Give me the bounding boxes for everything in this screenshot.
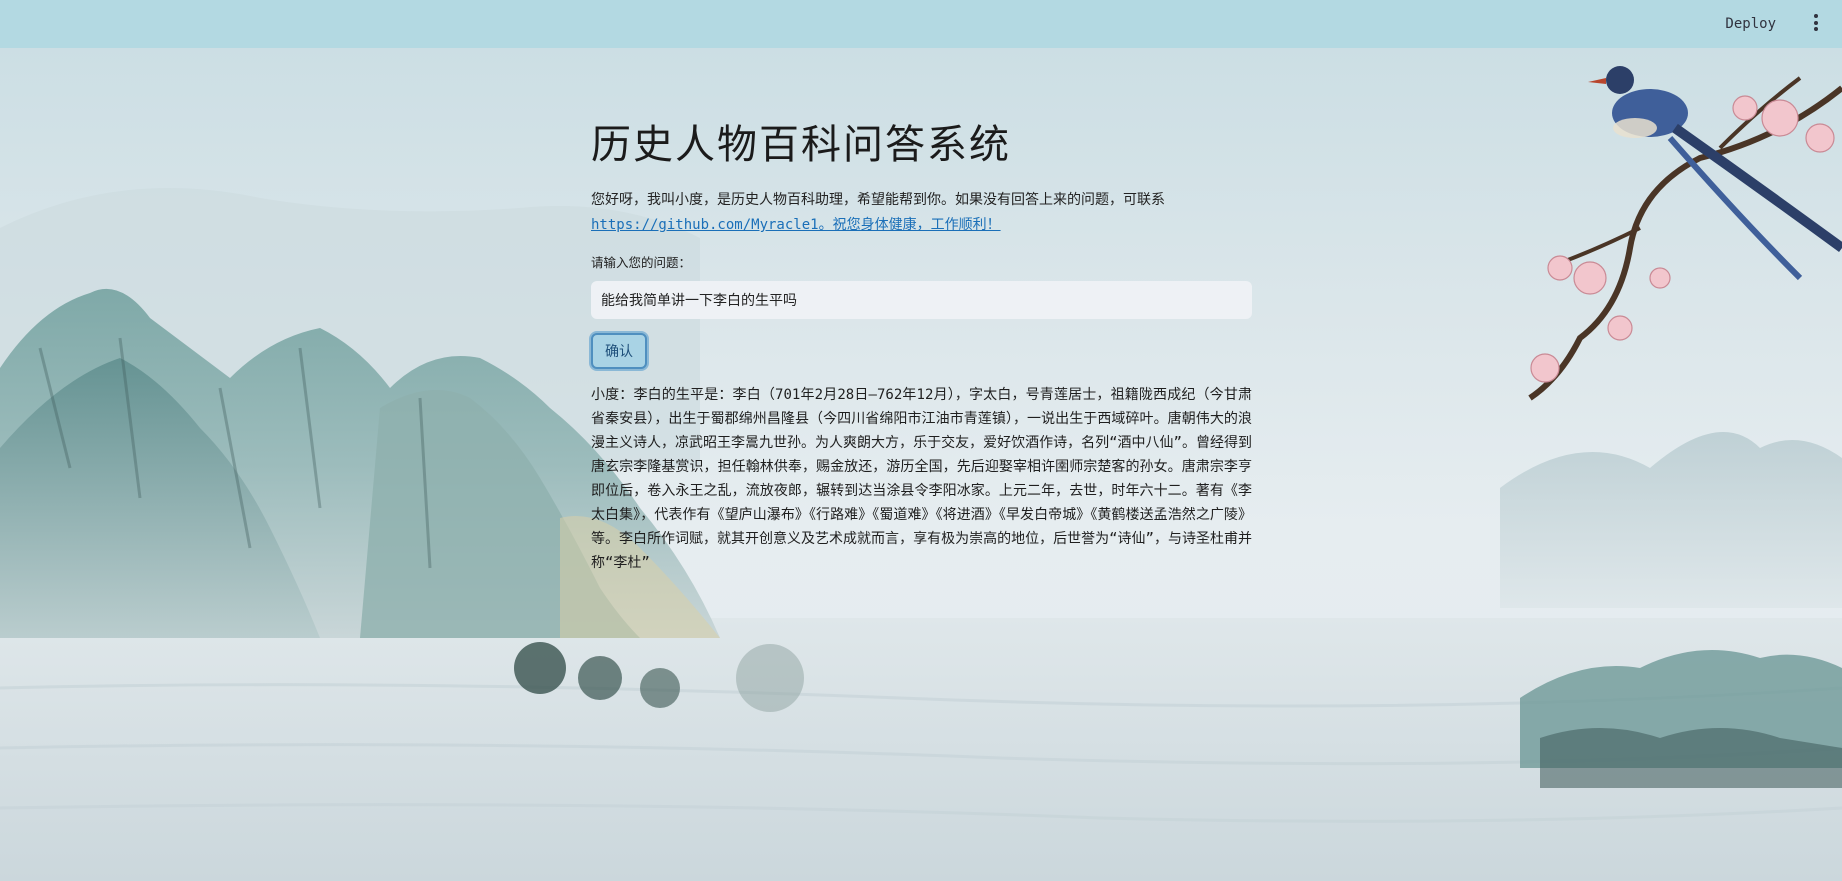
app-root: Deploy 历史人物百科问答系统 您好呀，我叫小度，是历史人物百科助理，希望能…	[0, 0, 1842, 881]
deploy-button[interactable]: Deploy	[1719, 14, 1782, 34]
question-label: 请输入您的问题：	[591, 255, 692, 270]
question-input[interactable]	[591, 281, 1252, 319]
page-title: 历史人物百科问答系统	[591, 122, 1011, 168]
main-content: 历史人物百科问答系统 您好呀，我叫小度，是历史人物百科助理，希望能帮到你。如果没…	[591, 100, 1252, 575]
github-link[interactable]: https://github.com/Myracle1。祝您身体健康，工作顺利！	[591, 217, 1001, 233]
vertical-ellipsis-icon[interactable]	[1810, 14, 1822, 34]
intro-text: 您好呀，我叫小度，是历史人物百科助理，希望能帮到你。如果没有回答上来的问题，可联…	[591, 192, 1165, 208]
intro-paragraph: 您好呀，我叫小度，是历史人物百科助理，希望能帮到你。如果没有回答上来的问题，可联…	[591, 188, 1252, 238]
answer-text: 小度：李白的生平是：李白（701年2月28日—762年12月），字太白，号青莲居…	[591, 387, 1252, 571]
confirm-button[interactable]: 确认	[591, 333, 647, 369]
top-header-bar: Deploy	[0, 0, 1842, 48]
